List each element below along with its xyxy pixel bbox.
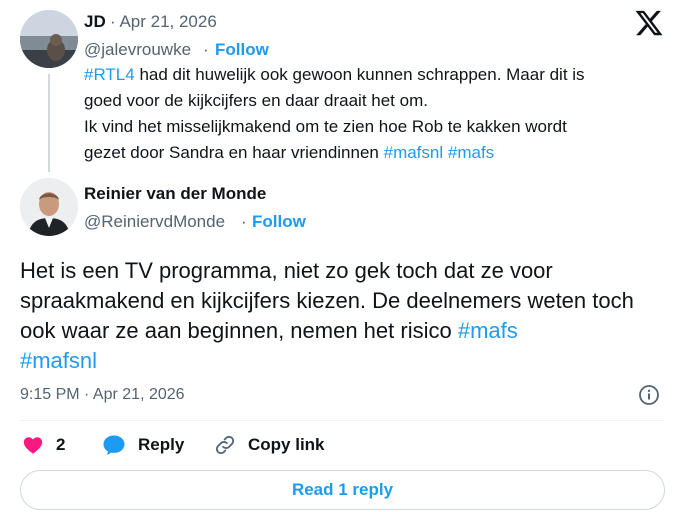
link-icon xyxy=(215,435,235,455)
heart-icon xyxy=(23,437,43,454)
main-handle[interactable]: @ReiniervdMonde xyxy=(84,212,225,232)
reply-handle[interactable]: @jalevrouwke xyxy=(84,40,191,60)
reply-line-1: had dit huwelijk ook gewoon kunnen schra… xyxy=(134,65,585,84)
reply-bubble-icon xyxy=(103,435,125,455)
reply-date[interactable]: · Apr 21, 2026 xyxy=(110,12,217,32)
hashtag-mafs[interactable]: #mafs xyxy=(448,143,494,162)
main-author-name[interactable]: Reinier van der Monde xyxy=(84,184,266,204)
hashtag-mafsnl[interactable]: #mafsnl xyxy=(384,143,444,162)
reinier-avatar[interactable] xyxy=(20,178,78,236)
reply-author-name[interactable]: JD xyxy=(84,12,106,32)
copy-link-button[interactable]: Copy link xyxy=(214,434,325,456)
thread-connector-line xyxy=(48,74,50,172)
like-button[interactable]: 2 xyxy=(22,434,65,456)
reply-line-4: gezet door Sandra en haar vriendinnen xyxy=(84,143,384,162)
read-reply-button[interactable]: Read 1 reply xyxy=(20,470,665,510)
reply-line-3: Ik vind het misselijkmakend om te zien h… xyxy=(84,117,567,136)
hashtag-rtl4[interactable]: #RTL4 xyxy=(84,65,135,84)
like-count: 2 xyxy=(56,435,66,454)
reply-dot-separator: · xyxy=(203,40,209,59)
main-follow-button[interactable]: Follow xyxy=(252,212,306,232)
reply-line-2: goed voor de kijkcijfers en daar draait … xyxy=(84,91,428,110)
tweet-timestamp[interactable]: 9:15 PM · Apr 21, 2026 xyxy=(20,386,185,404)
reply-tweet-text: #RTL4 had dit huwelijk ook gewoon kunnen… xyxy=(84,62,664,166)
main-tweet-text: Het is een TV programma, niet zo gek toc… xyxy=(20,256,660,376)
main-tweet-body: Het is een TV programma, niet zo gek toc… xyxy=(20,258,634,343)
reply-follow-button[interactable]: Follow xyxy=(215,40,269,60)
hashtag-mafsnl-main[interactable]: #mafsnl xyxy=(20,348,97,373)
copy-link-label: Copy link xyxy=(248,435,325,454)
reply-button[interactable]: Reply xyxy=(102,434,184,456)
hashtag-mafs-main[interactable]: #mafs xyxy=(458,318,518,343)
read-reply-label: Read 1 reply xyxy=(291,480,394,499)
x-logo-icon[interactable] xyxy=(634,8,664,38)
reply-label: Reply xyxy=(138,435,185,454)
main-dot-separator: · xyxy=(241,212,247,231)
jd-avatar[interactable] xyxy=(20,10,78,68)
info-icon[interactable] xyxy=(638,384,660,406)
action-divider xyxy=(20,420,664,421)
